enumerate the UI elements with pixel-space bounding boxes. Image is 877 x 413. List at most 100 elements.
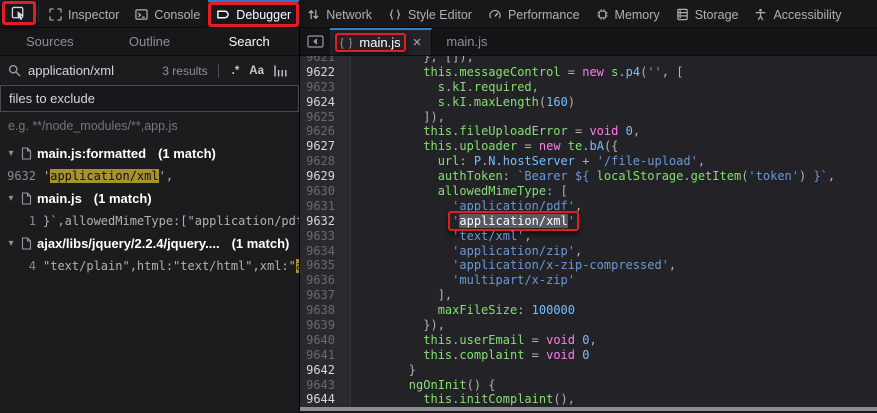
- line-number[interactable]: 9642: [300, 363, 343, 378]
- line-number[interactable]: 9638: [300, 303, 343, 318]
- code-token: this: [423, 65, 452, 79]
- code-token: }`: [813, 169, 827, 183]
- code-match-annotation: 'application/xml': [452, 214, 575, 228]
- code-token: this: [423, 348, 452, 362]
- line-number[interactable]: 9644: [300, 392, 343, 407]
- source-tab-main-js-2[interactable]: main.js: [432, 28, 501, 55]
- code-editor[interactable]: 9621 }, []),9622 this.messageControl = n…: [300, 56, 877, 411]
- whole-word-toggle[interactable]: [271, 64, 291, 78]
- line-number[interactable]: 9625: [300, 110, 343, 125]
- tab-accessibility[interactable]: Accessibility: [746, 0, 849, 27]
- code-token: 160: [546, 95, 568, 109]
- sidebar-tab-search[interactable]: Search: [199, 28, 299, 55]
- search-result-file[interactable]: ▾ajax/libs/jquery/2.2.4/jquery....(1 mat…: [0, 232, 299, 255]
- tab-label: Network: [326, 8, 372, 22]
- tab-console[interactable]: Console: [127, 0, 208, 27]
- case-sensitive-toggle[interactable]: Aa: [246, 64, 267, 78]
- source-tab-label: main.js: [359, 35, 400, 50]
- code-token: .: [618, 65, 625, 79]
- line-number[interactable]: 9628: [300, 154, 343, 169]
- line-number[interactable]: 9640: [300, 333, 343, 348]
- line-number[interactable]: 9630: [300, 184, 343, 199]
- code-token: [351, 273, 452, 287]
- line-number[interactable]: 9623: [300, 80, 343, 95]
- tab-style-editor[interactable]: Style Editor: [380, 0, 480, 27]
- search-result-file[interactable]: ▾main.js(1 match): [0, 187, 299, 210]
- tab-storage[interactable]: Storage: [668, 0, 747, 27]
- code-line: 9641 this.complaint = void 0: [300, 348, 877, 363]
- code-line: 9643 ngOnInit() {: [300, 378, 877, 393]
- line-number[interactable]: 9631: [300, 199, 343, 214]
- code-text: ],: [343, 288, 452, 303]
- pick-element-icon: [11, 6, 26, 21]
- code-token: :: [517, 303, 531, 317]
- code-token: ): [568, 95, 575, 109]
- code-token: ,: [575, 199, 582, 213]
- line-number[interactable]: 9622: [300, 65, 343, 80]
- code-token: messageControl: [459, 65, 560, 79]
- code-token: P.N.hostServer: [474, 154, 575, 168]
- code-token: ({: [604, 139, 618, 153]
- code-token: ]),: [351, 110, 445, 124]
- code-token: ,: [828, 169, 835, 183]
- code-token: [351, 378, 409, 392]
- line-number[interactable]: 9632: [300, 214, 343, 229]
- search-result-count: 3 results: [162, 64, 207, 78]
- line-number[interactable]: 9624: [300, 95, 343, 110]
- code-token: kI: [452, 95, 466, 109]
- sidebar-tab-outline[interactable]: Outline: [100, 28, 200, 55]
- toolbar-separator: [38, 5, 39, 22]
- horizontal-scrollbar[interactable]: [300, 407, 877, 411]
- tab-network[interactable]: Network: [299, 0, 380, 27]
- line-number[interactable]: 9636: [300, 273, 343, 288]
- secondary-bar: SourcesOutlineSearch { } main.js × main.…: [0, 28, 877, 56]
- line-number[interactable]: 9633: [300, 229, 343, 244]
- line-number[interactable]: 9626: [300, 124, 343, 139]
- match-highlight: application/xml: [50, 169, 158, 183]
- code-text: 'application/zip',: [343, 244, 582, 259]
- close-tab-icon[interactable]: ×: [410, 35, 425, 50]
- line-number[interactable]: 9641: [300, 348, 343, 363]
- code-line: 9642 }: [300, 363, 877, 378]
- code-line: 9634 'application/zip',: [300, 244, 877, 259]
- search-result-match[interactable]: 4"text/plain",html:"text/html",xml:"ap…: [0, 255, 299, 277]
- code-token: =: [517, 139, 539, 153]
- tab-performance[interactable]: Performance: [480, 0, 588, 27]
- line-number[interactable]: 9621: [300, 56, 343, 65]
- match-text: 'application/xml',: [43, 169, 173, 183]
- regex-toggle[interactable]: .*: [229, 64, 243, 78]
- line-number[interactable]: 9639: [300, 318, 343, 333]
- code-token: :: [503, 169, 517, 183]
- tab-memory[interactable]: Memory: [588, 0, 668, 27]
- source-tab-main-js[interactable]: { } main.js ×: [330, 28, 432, 55]
- code-token: this: [423, 392, 452, 406]
- collapse-panel-button[interactable]: [300, 28, 330, 55]
- code-text: ]),: [343, 110, 445, 125]
- code-line: 9636 'multipart/x-zip': [300, 273, 877, 288]
- search-result-match[interactable]: 1}`,allowedMimeType:["application/pdf"…: [0, 210, 299, 232]
- search-result-match[interactable]: 9632'application/xml',: [0, 165, 299, 187]
- code-text: url: P.N.hostServer + '/file-upload',: [343, 154, 705, 169]
- tab-inspector[interactable]: Inspector: [41, 0, 127, 27]
- line-number[interactable]: 9627: [300, 139, 343, 154]
- file-icon: [21, 237, 32, 250]
- code-token: 'application/x-zip-compressed': [452, 258, 669, 272]
- exclude-input[interactable]: e.g. **/node_modules/**,app.js: [0, 112, 299, 137]
- debugger-icon: [216, 8, 230, 21]
- code-line: 9621 }, []),: [300, 56, 877, 65]
- files-to-exclude-toggle[interactable]: files to exclude: [0, 85, 299, 112]
- code-token: [351, 124, 423, 138]
- line-number[interactable]: 9634: [300, 244, 343, 259]
- search-input[interactable]: application/xml: [28, 63, 114, 78]
- line-number[interactable]: 9637: [300, 288, 343, 303]
- line-number[interactable]: 9643: [300, 378, 343, 393]
- search-result-file[interactable]: ▾main.js:formatted(1 match): [0, 142, 299, 165]
- pick-element-button[interactable]: [0, 0, 36, 27]
- line-number[interactable]: 9629: [300, 169, 343, 184]
- memory-icon: [596, 8, 609, 21]
- tab-debugger[interactable]: Debugger: [208, 0, 299, 27]
- code-token: ): [799, 169, 813, 183]
- line-number[interactable]: 9635: [300, 258, 343, 273]
- sidebar-tab-sources[interactable]: Sources: [0, 28, 100, 55]
- match-count: (1 match): [232, 236, 290, 251]
